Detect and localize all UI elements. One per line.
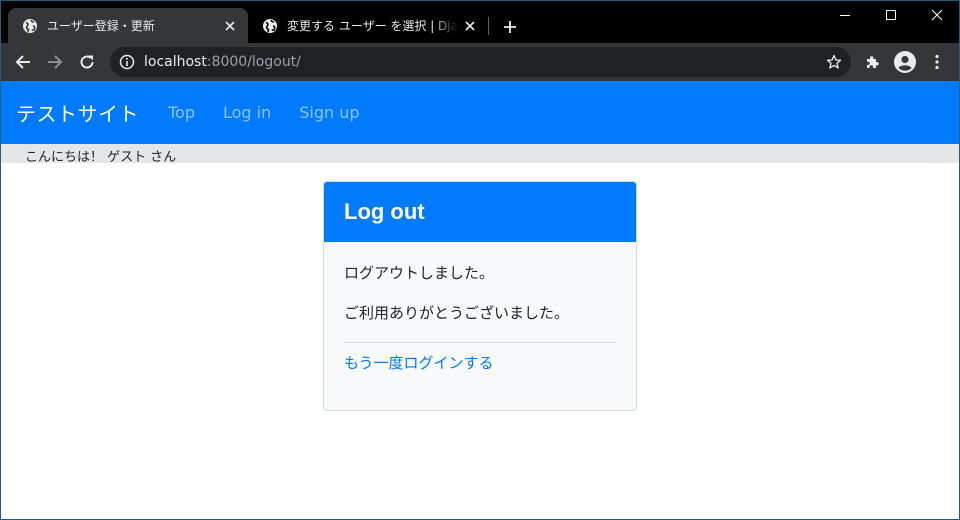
logout-card: Log out ログアウトしました。 ご利用ありがとうございました。 もう一度ロ…	[323, 181, 637, 411]
puzzle-icon[interactable]	[858, 47, 888, 77]
tab-title: ユーザー登録・更新	[47, 19, 155, 33]
url-path: :8000/logout/	[206, 54, 301, 70]
card-title: Log out	[344, 199, 425, 224]
greeting-text: こんにちは！ ゲスト さん	[25, 150, 177, 165]
tab-active[interactable]: ユーザー登録・更新	[8, 8, 248, 43]
forward-arrow-icon[interactable]	[40, 47, 70, 77]
minimize-icon[interactable]	[822, 0, 868, 30]
avatar-icon[interactable]	[890, 47, 920, 77]
site-brand[interactable]: テストサイト	[16, 98, 139, 127]
globe-icon	[22, 18, 38, 34]
back-arrow-icon[interactable]	[8, 47, 38, 77]
greeting-bar: こんにちは！ ゲスト さん	[0, 144, 960, 165]
card-body: ログアウトしました。 ご利用ありがとうございました。 もう一度ログインする	[324, 242, 636, 373]
nav-link-top[interactable]: Top	[168, 103, 195, 122]
logout-message: ログアウトしました。	[344, 264, 495, 282]
star-icon[interactable]	[826, 54, 842, 70]
plus-icon[interactable]	[499, 16, 521, 38]
url-host: localhost	[144, 54, 207, 70]
close-icon[interactable]	[222, 18, 238, 34]
tab-title: 変更する ユーザー を選択 | Django サイト管理	[287, 19, 458, 33]
nav-link-login[interactable]: Log in	[223, 103, 271, 122]
browser-toolbar: localhost:8000/logout/	[0, 43, 960, 81]
tab-inactive[interactable]: 変更する ユーザー を選択 | Django サイト管理	[248, 8, 488, 43]
close-icon[interactable]	[462, 18, 478, 34]
card-divider	[344, 342, 616, 343]
card-header: Log out	[324, 182, 636, 242]
tab-separator	[488, 17, 489, 35]
reload-icon[interactable]	[72, 47, 102, 77]
info-icon[interactable]	[119, 54, 135, 70]
address-url: localhost:8000/logout/	[144, 54, 301, 70]
maximize-icon[interactable]	[868, 0, 914, 30]
site-navbar: テストサイト Top Log in Sign up	[0, 81, 960, 144]
globe-icon	[262, 18, 278, 34]
kebab-menu-icon[interactable]	[922, 47, 952, 77]
address-bar[interactable]: localhost:8000/logout/	[110, 47, 851, 77]
nav-link-signup[interactable]: Sign up	[299, 103, 359, 122]
thanks-message: ご利用ありがとうございました。	[344, 304, 570, 322]
window-close-icon[interactable]	[914, 0, 960, 30]
tab-strip: ユーザー登録・更新 変更する ユーザー を選択 | Django サイト管理	[0, 0, 960, 43]
login-again-link[interactable]: もう一度ログインする	[344, 352, 616, 373]
